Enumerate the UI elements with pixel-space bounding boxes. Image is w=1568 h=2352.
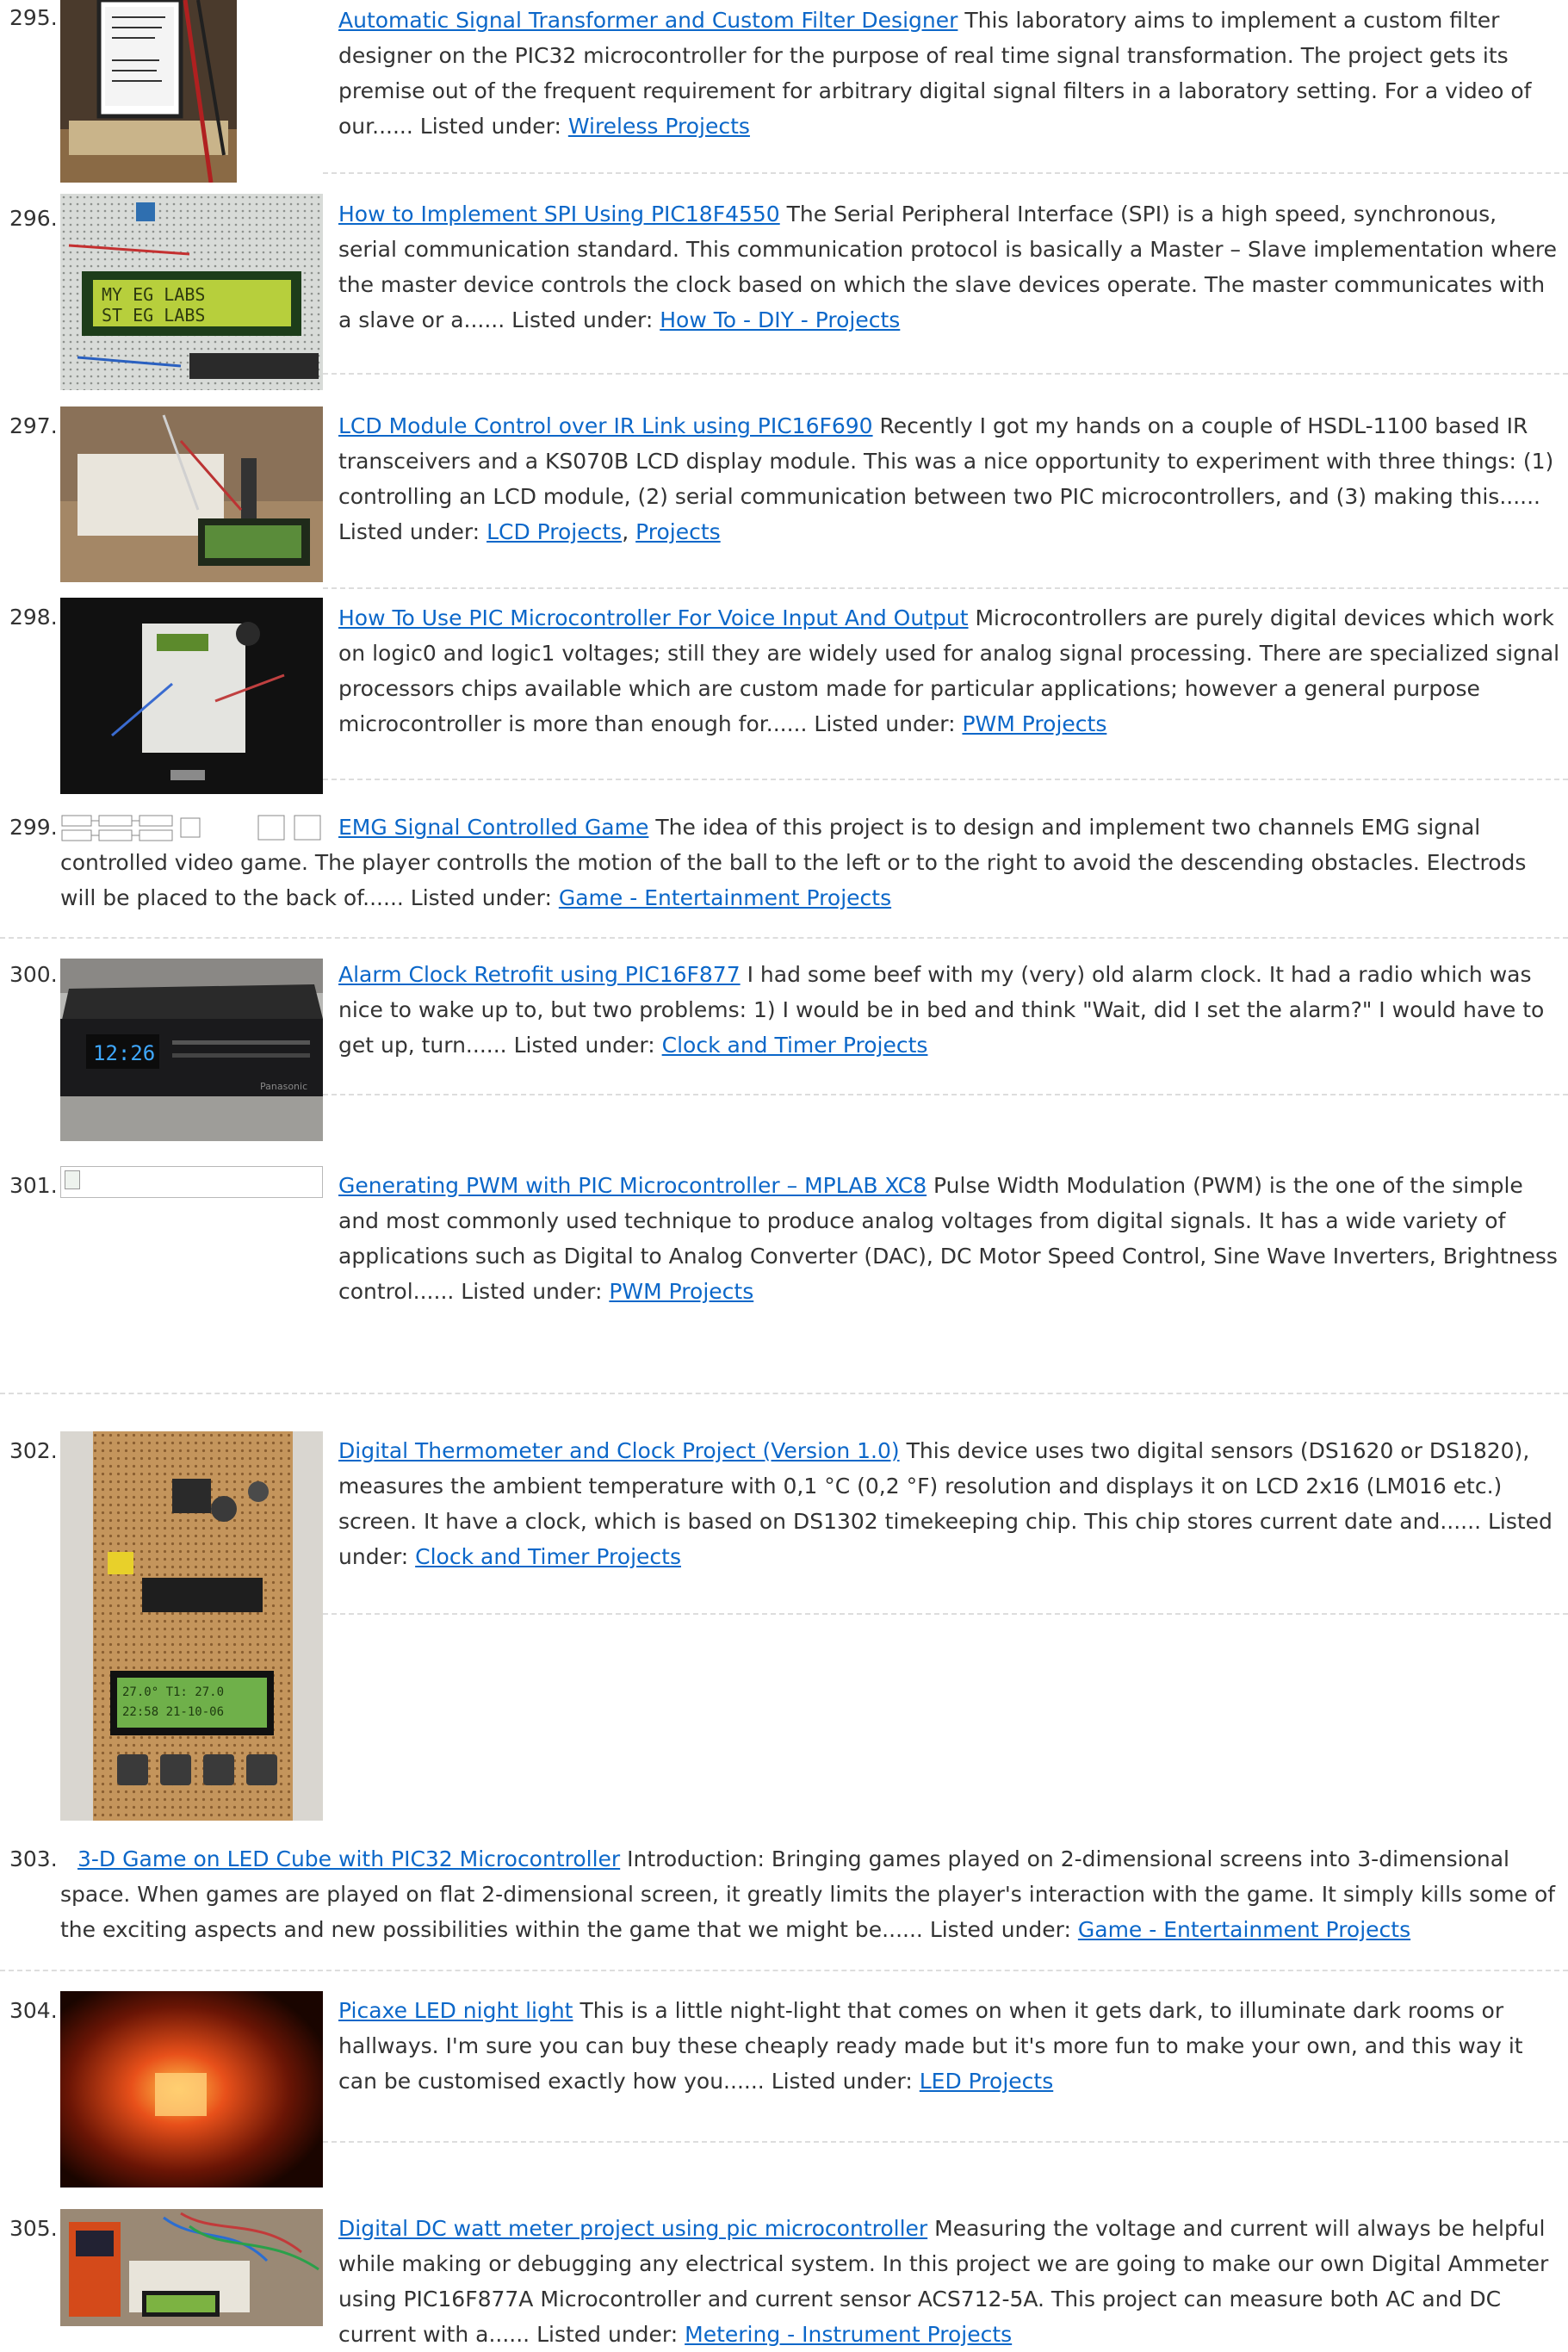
category-link[interactable]: Game - Entertainment Projects	[559, 885, 891, 910]
item-title-link[interactable]: Digital Thermometer and Clock Project (V…	[338, 1438, 900, 1463]
thumbnail-image[interactable]	[60, 1991, 323, 2188]
broken-image-placeholder[interactable]	[60, 1166, 323, 1198]
listed-under-label: Listed under:	[511, 307, 654, 332]
thumbnail-image[interactable]: MY EG LABS ST EG LABS	[60, 194, 323, 390]
item-number: 300.	[9, 962, 58, 987]
item-text: How to Implement SPI Using PIC18F4550 Th…	[338, 196, 1561, 338]
item-number: 303.	[9, 1846, 58, 1871]
thumbnail-image[interactable]: 12:26 Panasonic	[60, 959, 323, 1141]
separator	[323, 172, 1568, 174]
item-number: 298.	[9, 605, 58, 630]
item-number: 295.	[9, 5, 58, 30]
separator	[0, 1970, 1568, 1971]
category-link[interactable]: LED Projects	[920, 2069, 1053, 2094]
category-link[interactable]: Wireless Projects	[568, 114, 750, 139]
item-text: Generating PWM with PIC Microcontroller …	[338, 1168, 1561, 1309]
listed-under-label: Listed under:	[419, 114, 561, 139]
separator	[323, 587, 1568, 589]
item-text: Digital Thermometer and Clock Project (V…	[338, 1433, 1561, 1574]
item-text: 3-D Game on LED Cube with PIC32 Microcon…	[60, 1841, 1561, 1947]
item-text: Automatic Signal Transformer and Custom …	[338, 3, 1561, 144]
listed-under-label: Listed under:	[461, 1279, 603, 1304]
listed-under-label: Listed under:	[814, 711, 956, 736]
item-title-link[interactable]: EMG Signal Controlled Game	[338, 815, 648, 840]
item-text: Alarm Clock Retrofit using PIC16F877 I h…	[338, 957, 1561, 1063]
item-number: 305.	[9, 2216, 58, 2241]
item-number: 299.	[9, 815, 58, 840]
separator	[323, 2141, 1568, 2143]
separator	[323, 373, 1568, 375]
item-title-link[interactable]: How To Use PIC Microcontroller For Voice…	[338, 605, 969, 630]
listed-under-label: Listed under:	[771, 2069, 913, 2094]
category-link[interactable]: LCD Projects	[487, 519, 622, 544]
thumbnail-image[interactable]	[60, 406, 323, 582]
item-title-link[interactable]: LCD Module Control over IR Link using PI…	[338, 413, 873, 438]
lcd-text: MY EG LABS	[102, 284, 205, 305]
item-text: Digital DC watt meter project using pic …	[338, 2211, 1561, 2352]
clock-display-text: 12:26	[93, 1041, 155, 1065]
category-link[interactable]: Projects	[635, 519, 721, 544]
lcd-text: 27.0° T1: 27.0	[122, 1685, 224, 1699]
item-title-link[interactable]: Alarm Clock Retrofit using PIC16F877	[338, 962, 741, 987]
broken-image-icon	[65, 1170, 80, 1189]
category-link[interactable]: Clock and Timer Projects	[415, 1544, 681, 1569]
item-number: 297.	[9, 413, 58, 438]
item-title-link[interactable]: How to Implement SPI Using PIC18F4550	[338, 202, 780, 227]
item-number: 296.	[9, 206, 58, 231]
item-number: 304.	[9, 1998, 58, 2023]
item-text: LCD Module Control over IR Link using PI…	[338, 413, 1554, 544]
category-link[interactable]: PWM Projects	[962, 711, 1106, 736]
listed-under-label: Listed under:	[410, 885, 552, 910]
listed-under-label: Listed under:	[536, 2322, 679, 2347]
listed-under-label: Listed under:	[338, 519, 480, 544]
category-link[interactable]: Metering - Instrument Projects	[685, 2322, 1012, 2347]
category-link[interactable]: PWM Projects	[609, 1279, 753, 1304]
item-title-link[interactable]: Automatic Signal Transformer and Custom …	[338, 8, 958, 33]
page: { "items": [ {"num": "295.", "title": "A…	[0, 0, 1568, 2347]
item-number: 302.	[9, 1438, 58, 1463]
thumbnail-image[interactable]: 27.0° T1: 27.0 22:58 21-10-06	[60, 1431, 323, 1821]
category-link[interactable]: How To - DIY - Projects	[660, 307, 900, 332]
category-link[interactable]: Game - Entertainment Projects	[1078, 1917, 1410, 1942]
item-title-link[interactable]: Generating PWM with PIC Microcontroller …	[338, 1173, 927, 1198]
listed-under-label: Listed under:	[929, 1917, 1071, 1942]
thumbnail-image[interactable]	[60, 2209, 323, 2326]
item-title-link[interactable]: Digital DC watt meter project using pic …	[338, 2216, 927, 2241]
item-title-link[interactable]: Picaxe LED night light	[338, 1998, 573, 2023]
item-text: Picaxe LED night light This is a little …	[338, 1993, 1561, 2099]
thumbnail-image[interactable]	[60, 0, 237, 183]
separator	[0, 937, 1568, 939]
lcd-text: ST EG LABS	[102, 305, 205, 326]
separator	[323, 1094, 1568, 1095]
item-number: 301.	[9, 1173, 58, 1198]
item-text: EMG Signal Controlled Game The idea of t…	[60, 810, 1561, 915]
brand-text: Panasonic	[260, 1081, 307, 1092]
separator	[323, 779, 1568, 780]
item-text: How To Use PIC Microcontroller For Voice…	[338, 600, 1561, 742]
listed-under-label: Listed under:	[513, 1033, 655, 1058]
thumbnail-image[interactable]	[60, 598, 323, 794]
item-title-link[interactable]: 3-D Game on LED Cube with PIC32 Microcon…	[77, 1846, 620, 1871]
category-link[interactable]: Clock and Timer Projects	[662, 1033, 928, 1058]
separator	[323, 1613, 1568, 1615]
lcd-text: 22:58 21-10-06	[122, 1705, 224, 1719]
separator	[0, 1393, 1568, 1394]
